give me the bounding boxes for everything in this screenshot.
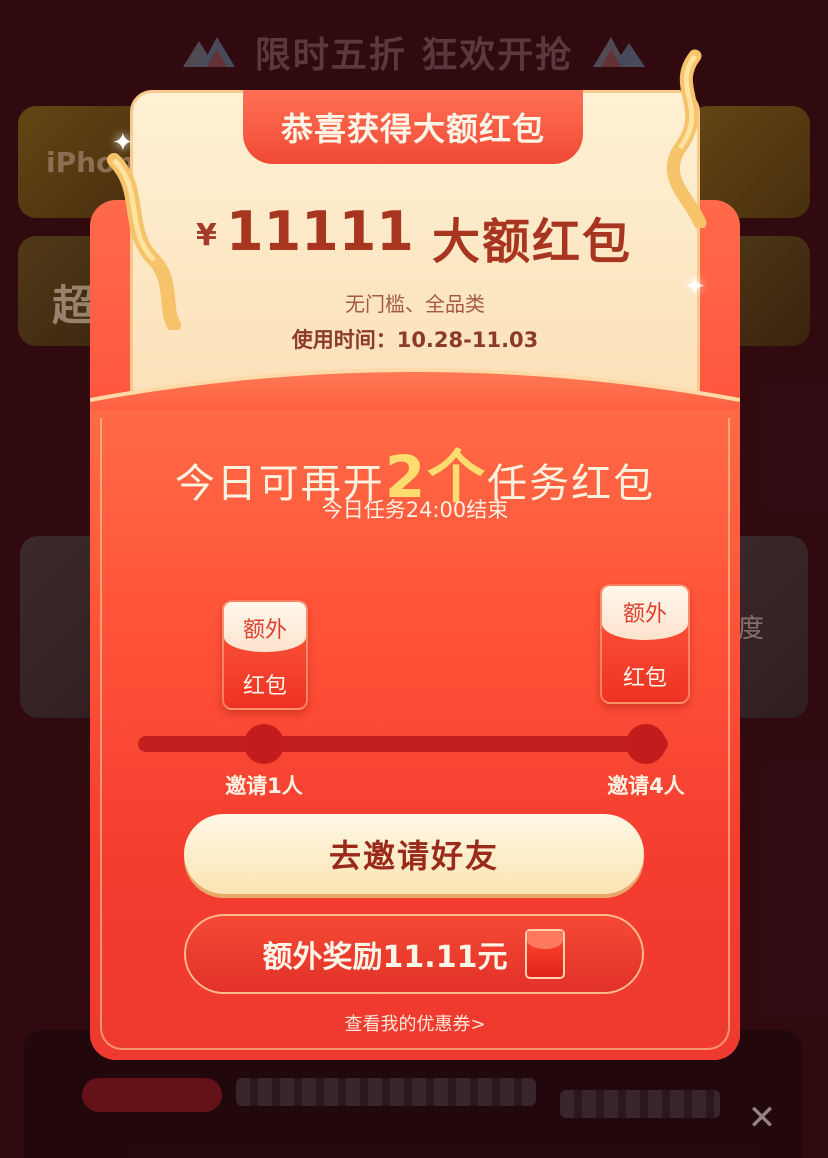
invite-progress-bar [138,736,668,752]
progress-milestone-dot [244,724,284,764]
red-packet-icon [525,929,566,979]
progress-milestone-dot [626,724,666,764]
packet-label-top: 额外 [622,602,667,627]
reward-packet[interactable]: 额外 红包 [222,600,308,710]
packet-label-top: 额外 [242,618,287,643]
coupon-condition: 无门槛、全品类 [345,292,485,316]
sparkle-icon: ✦ [112,128,134,158]
task-deadline: 今日任务24:00结束 [321,498,509,522]
popup-title-tab: 恭喜获得大额红包 [243,90,583,164]
coupon-amount-row: ¥ 11111 大额红包 [130,196,700,270]
coupon-amount-label: 大额红包 [432,214,633,270]
milestone-label: 邀请4人 [607,774,685,798]
view-coupons-link[interactable]: 查看我的优惠券> [90,1010,740,1036]
coupon-valid-time: 使用时间：10.28-11.03 [291,328,539,352]
coupon-amount: 11111 [226,200,414,263]
ribbon-icon [666,49,707,228]
reward-packet[interactable]: 额外 红包 [600,584,690,704]
packet-label-bottom: 红包 [622,666,667,691]
ribbon-icon [107,153,181,330]
invite-friends-button[interactable]: 去邀请好友 [184,814,644,894]
packet-label-bottom: 红包 [242,674,287,699]
milestone-label: 邀请1人 [225,774,303,798]
popup-title: 恭喜获得大额红包 [280,110,545,148]
sparkle-icon: ✦ [684,272,706,302]
currency-symbol: ¥ [196,218,217,253]
bonus-reward-label: 额外奖励11.11元 [262,940,508,975]
bonus-reward-button[interactable]: 额外奖励11.11元 [184,914,644,994]
